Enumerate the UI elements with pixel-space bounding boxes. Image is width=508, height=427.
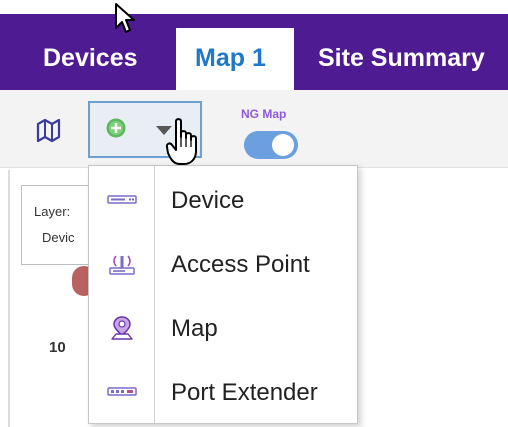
layer-title: Layer:	[34, 204, 71, 219]
menu-item-device[interactable]: Device	[89, 168, 357, 230]
map-pin-icon	[111, 316, 133, 340]
port-extender-icon	[107, 387, 137, 396]
add-circle-icon	[106, 118, 126, 138]
ng-map-toggle-knob	[272, 134, 294, 156]
canvas-border	[8, 170, 10, 427]
tab-devices[interactable]: Devices	[43, 44, 138, 73]
access-point-icon	[109, 255, 135, 275]
layer-value: Devic	[42, 230, 75, 245]
menu-item-label: Map	[171, 315, 218, 342]
device-icon	[107, 195, 137, 204]
map-icon	[36, 118, 61, 143]
tab-site-summary[interactable]: Site Summary	[318, 44, 485, 73]
map-view-button[interactable]	[36, 117, 66, 145]
tab-map-1[interactable]: Map 1	[176, 28, 294, 90]
menu-item-label: Access Point	[171, 251, 310, 278]
arrow-cursor-icon	[115, 3, 135, 33]
menu-item-label: Device	[171, 187, 245, 214]
menu-item-label: Port Extender	[171, 379, 318, 406]
menu-item-port-extender[interactable]: Port Extender	[89, 360, 357, 422]
menu-item-access-point[interactable]: Access Point	[89, 232, 357, 294]
menu-item-map[interactable]: Map	[89, 296, 357, 358]
tab-map-1-label: Map 1	[195, 44, 266, 72]
hand-cursor-icon	[166, 118, 197, 165]
ng-map-label: NG Map	[241, 107, 287, 121]
node-label: 10	[49, 339, 66, 356]
